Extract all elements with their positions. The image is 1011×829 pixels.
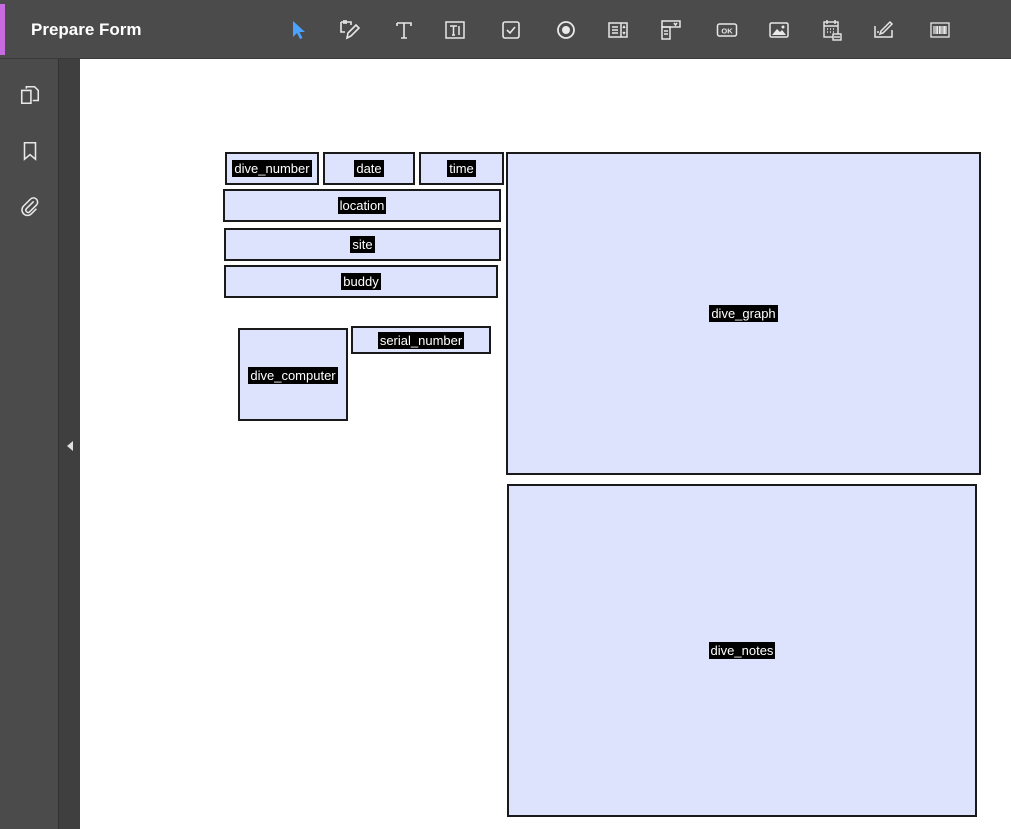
bookmarks-panel-button[interactable]: [17, 138, 43, 164]
panel-collapse-strip: [58, 59, 80, 829]
edit-tool-button[interactable]: [335, 16, 363, 44]
signature-tool-button[interactable]: [870, 16, 898, 44]
toolbar: Prepare Form OK: [0, 0, 1011, 59]
edit-pen-icon: [340, 20, 361, 40]
radio-button-tool-button[interactable]: [552, 16, 580, 44]
text-field-tool-button[interactable]: [441, 16, 469, 44]
text-t-icon: [396, 22, 412, 39]
document-page: dive_number date time location site budd…: [80, 59, 1011, 829]
collapse-panel-arrow-icon[interactable]: [67, 441, 73, 451]
checkbox-icon: [502, 21, 520, 39]
attachments-panel-button[interactable]: [17, 193, 43, 219]
field-label: time: [447, 160, 476, 177]
barcode-tool-button[interactable]: [926, 16, 954, 44]
tool-accent-bar: [0, 4, 5, 55]
form-field-time[interactable]: time: [419, 152, 504, 185]
form-field-dive-graph[interactable]: dive_graph: [506, 152, 981, 475]
field-label: date: [354, 160, 384, 177]
form-field-serial-number[interactable]: serial_number: [351, 326, 491, 354]
dropdown-icon: [661, 20, 681, 40]
form-field-dive-computer[interactable]: dive_computer: [238, 328, 348, 421]
paperclip-icon: [21, 197, 39, 217]
form-field-buddy[interactable]: buddy: [224, 265, 498, 298]
bookmark-icon: [23, 141, 37, 161]
list-box-tool-button[interactable]: [604, 16, 632, 44]
date-field-tool-button[interactable]: [818, 16, 846, 44]
form-field-dive-number[interactable]: dive_number: [225, 152, 319, 185]
text-field-icon: [445, 21, 465, 39]
dropdown-tool-button[interactable]: [657, 16, 685, 44]
form-field-date[interactable]: date: [323, 152, 415, 185]
pointer-arrow-icon: [293, 21, 305, 39]
form-field-site[interactable]: site: [224, 228, 501, 261]
field-label: site: [350, 236, 375, 253]
calendar-icon: [823, 20, 842, 41]
field-label: dive_number: [232, 160, 312, 177]
signature-icon: [874, 20, 894, 38]
button-tool-button[interactable]: OK: [713, 16, 741, 44]
tool-title: Prepare Form: [31, 20, 142, 39]
left-navigation: [0, 59, 58, 829]
form-field-location[interactable]: location: [223, 189, 501, 222]
checkbox-tool-button[interactable]: [497, 16, 525, 44]
ok-button-label: OK: [721, 27, 733, 36]
field-label: serial_number: [377, 331, 465, 349]
field-label: buddy: [341, 273, 381, 290]
pages-copy-icon: [20, 85, 40, 105]
ok-button-icon: OK: [716, 23, 738, 37]
field-label: location: [337, 197, 387, 214]
field-label: dive_notes: [708, 642, 776, 659]
barcode-icon: [930, 22, 950, 38]
add-text-tool-button[interactable]: [390, 16, 418, 44]
prepare-form-window: Prepare Form OK dive_number date time lo…: [0, 0, 1011, 829]
radio-button-icon: [557, 21, 575, 39]
field-label: dive_graph: [709, 305, 778, 322]
select-tool-button[interactable]: [285, 16, 313, 44]
pages-panel-button[interactable]: [17, 82, 43, 108]
form-field-dive-notes[interactable]: dive_notes: [507, 484, 977, 817]
field-label: dive_computer: [248, 367, 338, 384]
image-tool-button[interactable]: [765, 16, 793, 44]
list-box-icon: [608, 22, 628, 38]
image-icon: [769, 22, 789, 38]
